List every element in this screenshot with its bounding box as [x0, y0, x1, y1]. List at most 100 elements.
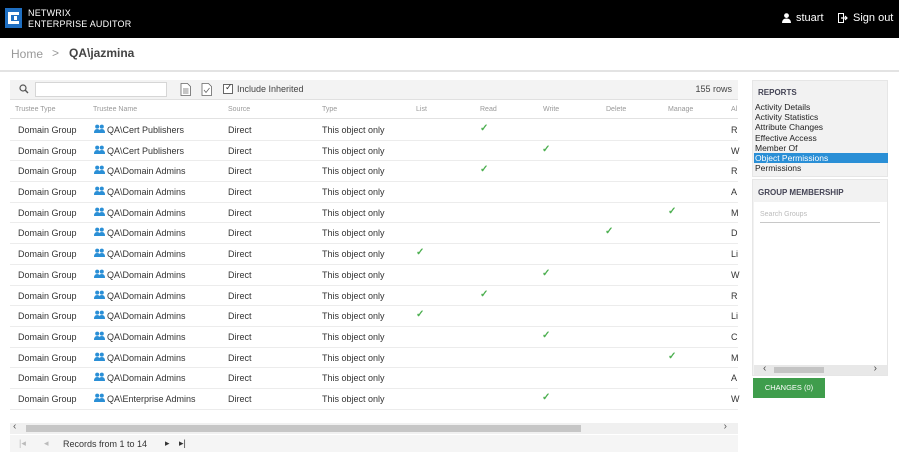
cell-source: Direct	[228, 393, 252, 404]
cell-al: A	[731, 187, 738, 198]
cell-source: Direct	[228, 331, 252, 342]
last-page-icon[interactable]: ▸|	[179, 438, 186, 449]
cell-type: This object only	[322, 393, 385, 404]
report-item[interactable]: Activity Details	[754, 102, 888, 112]
table-row[interactable]: Domain Group QA\Domain Admins Direct This o…	[10, 182, 738, 203]
breadcrumb-home[interactable]: Home	[11, 47, 43, 61]
cell-source: Direct	[228, 125, 252, 135]
report-item[interactable]: Member Of	[754, 143, 888, 153]
col-al[interactable]: Al	[731, 106, 737, 113]
group-icon	[94, 393, 105, 402]
scroll-left-icon[interactable]: ‹	[763, 363, 766, 374]
group-icon	[94, 186, 105, 196]
check-write-icon: ✓	[542, 267, 551, 279]
col-type[interactable]: Type	[322, 106, 337, 113]
col-list[interactable]: List	[416, 106, 427, 113]
breadcrumb: Home > QA\jazmina	[0, 38, 899, 72]
table-row[interactable]: Domain Group QA\Domain Admins Direct This o…	[10, 223, 738, 245]
cell-trustee-name: QA\Cert Publishers	[107, 125, 185, 135]
check-read-icon: ✓	[480, 164, 489, 176]
scroll-right-icon[interactable]: ›	[874, 363, 877, 374]
grid-toolbar: ✓ Include Inherited 155 rows	[10, 80, 738, 100]
cell-al: R	[731, 166, 738, 177]
cell-trustee-type: Domain Group	[18, 352, 77, 363]
table-body: Domain Group QA\Cert Publishers Direct This…	[10, 120, 740, 410]
reports-box: REPORTS Activity Details Activity Statist…	[752, 80, 888, 177]
group-icon	[94, 248, 105, 258]
scroll-thumb[interactable]	[774, 367, 824, 373]
table-row[interactable]: Domain Group QA\Domain Admins Direct This o…	[10, 161, 738, 183]
group-icon	[94, 124, 105, 133]
cell-al: A	[731, 373, 738, 384]
export-pdf-icon[interactable]	[201, 83, 212, 96]
cell-al: W	[731, 145, 740, 156]
sign-out-button[interactable]: Sign out	[838, 12, 893, 24]
col-write[interactable]: Write	[543, 106, 559, 113]
grid-search-input[interactable]	[35, 82, 167, 97]
table-row[interactable]: Domain Group QA\Domain Admins Direct This o…	[10, 265, 740, 286]
col-read[interactable]: Read	[480, 106, 497, 113]
report-item[interactable]: Attribute Changes	[754, 122, 888, 132]
grid-horizontal-scrollbar[interactable]: ‹ ›	[10, 421, 738, 434]
col-delete[interactable]: Delete	[606, 106, 626, 113]
reports-title: REPORTS	[758, 88, 797, 97]
prev-page-icon[interactable]: ◂	[44, 438, 49, 449]
group-search-input[interactable]: Search Groups	[760, 211, 880, 223]
group-icon	[94, 290, 105, 299]
cell-trustee-type: Domain Group	[18, 393, 77, 404]
cell-source: Direct	[228, 373, 252, 384]
cell-trustee-name: QA\Cert Publishers	[107, 145, 185, 156]
table-row[interactable]: Domain Group QA\Cert Publishers Direct This…	[10, 120, 738, 141]
include-inherited-label: Include Inherited	[237, 84, 304, 94]
group-membership-scrollbar[interactable]: ‹ ›	[754, 363, 887, 375]
check-list-icon: ✓	[416, 247, 425, 259]
table-row[interactable]: Domain Group QA\Enterprise Admins Direct Th…	[10, 389, 740, 410]
table-row[interactable]: Domain Group QA\Domain Admins Direct This o…	[10, 203, 739, 224]
cell-trustee-name: QA\Domain Admins	[107, 331, 186, 342]
col-trustee-name[interactable]: Trustee Name	[93, 106, 137, 113]
col-trustee-type[interactable]: Trustee Type	[15, 106, 55, 113]
cell-al: W	[731, 393, 740, 404]
scroll-thumb[interactable]	[26, 425, 581, 432]
cell-trustee-type: Domain Group	[18, 145, 77, 156]
table-row[interactable]: Domain Group QA\Domain Admins Direct This o…	[10, 244, 738, 265]
scroll-right-icon[interactable]: ›	[724, 421, 727, 432]
next-page-icon[interactable]: ▸	[165, 438, 170, 449]
search-icon	[19, 84, 29, 94]
group-icon	[94, 331, 105, 340]
cell-type: This object only	[322, 331, 385, 342]
col-manage[interactable]: Manage	[668, 106, 693, 113]
scroll-left-icon[interactable]: ‹	[13, 421, 16, 432]
cell-trustee-name: QA\Domain Admins	[107, 269, 186, 280]
table-row[interactable]: Domain Group QA\Domain Admins Direct This o…	[10, 286, 738, 307]
cell-trustee-type: Domain Group	[18, 187, 77, 198]
cell-trustee-name: QA\Domain Admins	[107, 352, 186, 363]
group-icon	[94, 310, 105, 320]
check-read-icon: ✓	[480, 123, 489, 134]
table-row[interactable]: Domain Group QA\Domain Admins Direct This o…	[10, 348, 739, 369]
user-menu[interactable]: stuart	[782, 12, 824, 24]
report-item[interactable]: Effective Access	[754, 133, 888, 143]
table-row[interactable]: Domain Group QA\Domain Admins Direct This o…	[10, 327, 738, 348]
include-inherited-checkbox[interactable]: ✓	[223, 82, 233, 94]
report-item[interactable]: Object Permissions	[754, 152, 888, 164]
group-icon	[94, 269, 105, 278]
changes-button[interactable]: CHANGES (0)	[753, 378, 825, 398]
table-row[interactable]: Domain Group QA\Domain Admins Direct This o…	[10, 306, 738, 327]
export-csv-icon[interactable]	[180, 83, 191, 96]
table-row[interactable]: Domain Group QA\Domain Admins Direct This o…	[10, 368, 738, 389]
cell-al: R	[731, 290, 738, 301]
first-page-icon[interactable]: |◂	[19, 438, 26, 449]
cell-al: Li	[731, 249, 739, 260]
table-row[interactable]: Domain Group QA\Cert Publishers Direct This…	[10, 141, 740, 162]
report-item[interactable]: Permissions	[754, 163, 888, 173]
cell-type: This object only	[322, 228, 385, 239]
cell-trustee-name: QA\Domain Admins	[107, 290, 186, 301]
cell-source: Direct	[228, 269, 252, 280]
cell-al: M	[731, 207, 739, 218]
group-membership-list: Search Groups	[754, 202, 887, 365]
col-source[interactable]: Source	[228, 106, 250, 113]
cell-type: This object only	[322, 373, 385, 384]
report-item[interactable]: Activity Statistics	[754, 112, 888, 122]
sign-out-label: Sign out	[853, 12, 894, 24]
